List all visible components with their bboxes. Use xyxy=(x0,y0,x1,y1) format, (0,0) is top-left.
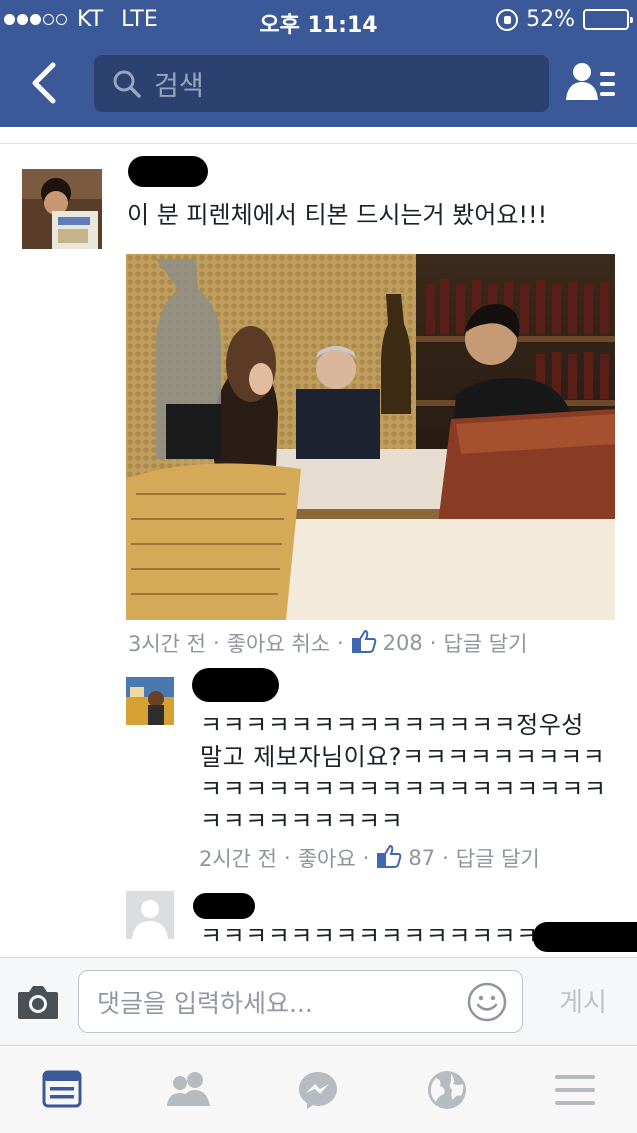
search-input[interactable]: 검색 xyxy=(94,55,549,112)
like-count: 208 xyxy=(382,631,423,655)
reply-time: 2시간 전 xyxy=(199,847,277,871)
tab-messenger[interactable] xyxy=(297,1070,341,1110)
reply-text: ㅋㅋㅋㅋㅋㅋㅋㅋㅋㅋㅋㅋㅋㅋ정우성 말고 제보자님이요?ㅋㅋㅋㅋㅋㅋㅋㅋㅋㅋㅋㅋ… xyxy=(200,711,607,835)
reply-button[interactable]: 답글 달기 xyxy=(443,628,527,658)
menu-icon xyxy=(555,1075,595,1105)
post-button[interactable]: 게시 xyxy=(548,982,618,1022)
back-button[interactable] xyxy=(22,58,66,108)
tab-news-feed[interactable] xyxy=(42,1070,86,1110)
comment-time: 3시간 전 xyxy=(128,632,206,656)
redacted-text xyxy=(533,922,637,952)
comment-text: 이 분 피렌체에서 티본 드시는거 봤어요!!! xyxy=(127,201,548,229)
avatar-photo xyxy=(126,677,174,725)
status-right: 52% xyxy=(496,7,633,32)
redacted-name xyxy=(193,893,255,919)
avatar-photo xyxy=(22,169,102,249)
restaurant-photo xyxy=(126,254,615,620)
friends-icon xyxy=(167,1072,210,1106)
reply-button[interactable]: 답글 달기 xyxy=(456,843,540,873)
rotation-lock-icon xyxy=(496,8,519,31)
comment-input[interactable]: 댓글을 입력하세요... xyxy=(78,970,523,1033)
camera-icon xyxy=(18,986,58,1019)
like-button[interactable]: 좋아요 xyxy=(298,843,356,873)
tab-menu[interactable] xyxy=(554,1070,598,1110)
reply-meta: 2시간 전 · 좋아요 · 87 · 답글 달기 xyxy=(199,843,540,873)
comment-composer: 댓글을 입력하세요... 게시 xyxy=(0,957,637,1046)
battery-icon xyxy=(583,9,633,30)
tab-notifications[interactable] xyxy=(426,1070,470,1110)
bottom-tab-bar xyxy=(0,1046,637,1133)
nav-row: 검색 xyxy=(0,40,637,127)
smiley-icon xyxy=(467,982,507,1022)
news-feed-icon xyxy=(42,1070,82,1108)
reply-avatar[interactable] xyxy=(126,677,174,725)
redacted-name xyxy=(128,156,208,187)
like-count: 87 xyxy=(408,846,436,870)
battery-percent: 52% xyxy=(526,7,575,32)
reply-text: ㅋㅋㅋㅋㅋㅋㅋㅋㅋㅋㅋㅋㅋㅋㅋㅋㅋ xyxy=(200,922,550,950)
chevron-left-icon xyxy=(32,62,56,104)
thumbs-up-icon xyxy=(376,844,402,873)
comment-placeholder: 댓글을 입력하세요... xyxy=(97,988,313,1018)
friend-list-icon xyxy=(566,63,615,100)
globe-icon xyxy=(428,1071,466,1109)
top-navigation-bar: KT LTE 오후 11:14 52% 검색 xyxy=(0,0,637,127)
comment-meta: 3시간 전 · 좋아요 취소 · 208 · 답글 달기 xyxy=(128,628,527,658)
content-divider xyxy=(0,143,637,144)
default-avatar[interactable] xyxy=(126,891,174,939)
search-icon xyxy=(113,70,141,98)
redacted-name xyxy=(192,668,279,702)
tab-friends[interactable] xyxy=(166,1070,210,1110)
commenter-avatar[interactable] xyxy=(22,169,102,249)
default-person-icon xyxy=(126,891,174,939)
status-bar: KT LTE 오후 11:14 52% xyxy=(0,0,637,40)
emoji-button[interactable] xyxy=(466,981,508,1023)
thumbs-up-icon xyxy=(351,629,377,658)
search-placeholder: 검색 xyxy=(154,71,204,102)
comment-photo[interactable] xyxy=(126,254,615,620)
unlike-button[interactable]: 좋아요 취소 xyxy=(227,628,330,658)
camera-button[interactable] xyxy=(16,982,60,1022)
messenger-icon xyxy=(299,1072,337,1109)
friend-list-button[interactable] xyxy=(565,60,617,108)
